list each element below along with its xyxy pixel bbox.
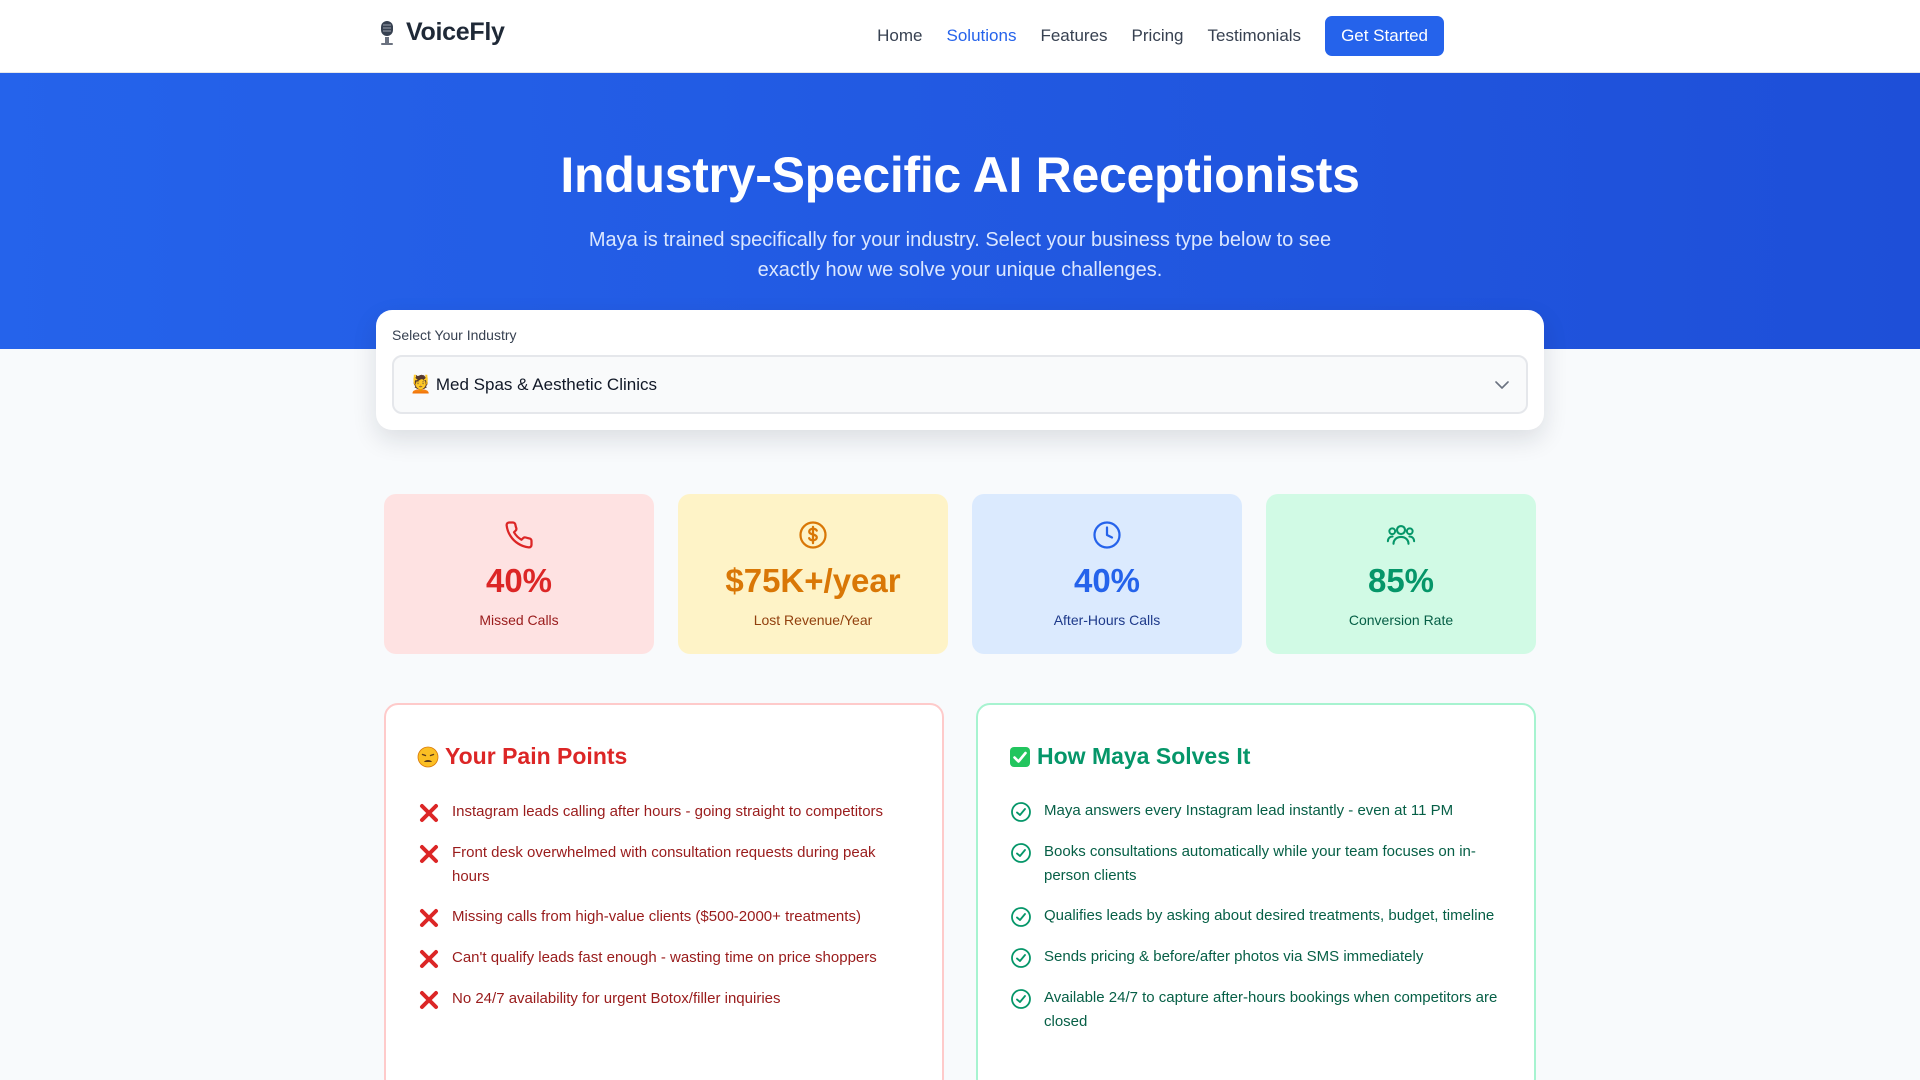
industry-select[interactable]: 💆 Med Spas & Aesthetic Clinics — [392, 355, 1528, 414]
check-circle-icon — [1011, 907, 1031, 927]
industry-select-value: 💆 Med Spas & Aesthetic Clinics — [410, 375, 657, 394]
list-item: Books consultations automatically while … — [1009, 840, 1509, 888]
cross-mark-icon — [420, 991, 438, 1009]
nav-link-testimonials[interactable]: Testimonials — [1208, 17, 1302, 55]
cross-mark-icon — [420, 845, 438, 863]
pain-points-title: Your Pain Points — [417, 743, 627, 770]
list-item: Maya answers every Instagram lead instan… — [1009, 799, 1509, 824]
pain-point-text: Missing calls from high-value clients ($… — [452, 908, 861, 925]
dollar-icon — [799, 521, 827, 549]
microphone-icon — [381, 20, 393, 45]
stat-label: Lost Revenue/Year — [753, 612, 873, 628]
nav-link-features[interactable]: Features — [1040, 17, 1107, 55]
users-icon — [1386, 524, 1416, 545]
stat-card-conversion: 85% Conversion Rate — [1266, 494, 1536, 654]
cross-mark-icon — [420, 804, 438, 822]
solutions-panel: How Maya Solves It Maya answers every In… — [976, 703, 1536, 1080]
hero-subtitle: Maya is trained specifically for your in… — [588, 229, 1332, 281]
stat-label: Conversion Rate — [1348, 612, 1454, 628]
pain-points-title-text: Your Pain Points — [445, 743, 628, 769]
check-circle-icon — [1011, 843, 1031, 863]
pain-point-text: Can't qualify leads fast enough - wastin… — [452, 949, 877, 966]
stat-card-lost-revenue: $75K+/year Lost Revenue/Year — [678, 494, 948, 654]
solution-text: Maya answers every Instagram lead instan… — [1044, 802, 1454, 819]
list-item: No 24/7 availability for urgent Botox/fi… — [417, 987, 917, 1012]
list-item: Missing calls from high-value clients ($… — [417, 905, 917, 930]
stat-value: 85% — [1367, 562, 1435, 599]
solutions-title: How Maya Solves It — [1009, 743, 1250, 770]
check-circle-icon — [1011, 989, 1031, 1009]
solutions-title-text: How Maya Solves It — [1037, 743, 1251, 769]
hero-section: Industry-Specific AI Receptionists Maya … — [0, 73, 1920, 349]
pain-point-text: No 24/7 availability for urgent Botox/fi… — [452, 990, 781, 1007]
stat-value: 40% — [485, 562, 553, 599]
cross-mark-icon — [420, 909, 438, 927]
hero-title: Industry-Specific AI Receptionists — [560, 147, 1360, 203]
list-item: Qualifies leads by asking about desired … — [1009, 904, 1509, 929]
list-item: Front desk overwhelmed with consultation… — [417, 841, 917, 889]
weary-face-icon — [417, 746, 439, 767]
phone-icon — [505, 521, 533, 549]
stat-value: $75K+/year — [725, 562, 901, 599]
list-item: Sends pricing & before/after photos via … — [1009, 945, 1509, 970]
top-navbar: VoiceFly Home Solutions Features Pricing… — [0, 0, 1920, 73]
stat-card-missed-calls: 40% Missed Calls — [384, 494, 654, 654]
check-circle-icon — [1011, 948, 1031, 968]
nav-link-home[interactable]: Home — [877, 17, 922, 55]
solutions-list: Maya answers every Instagram lead instan… — [1009, 799, 1509, 1050]
nav-links: Home Solutions Features Pricing Testimon… — [853, 16, 1444, 56]
cross-mark-icon — [420, 950, 438, 968]
industry-select-label: Select Your Industry — [392, 327, 517, 343]
solution-text: Qualifies leads by asking about desired … — [1044, 907, 1495, 924]
pain-points-list: Instagram leads calling after hours - go… — [417, 800, 917, 1028]
solution-text: Sends pricing & before/after photos via … — [1044, 948, 1424, 965]
list-item: Available 24/7 to capture after-hours bo… — [1009, 986, 1509, 1034]
nav-link-solutions[interactable]: Solutions — [947, 17, 1017, 55]
stat-label: After-Hours Calls — [1053, 612, 1161, 628]
brand-name: VoiceFly — [406, 18, 505, 46]
get-started-button[interactable]: Get Started — [1325, 16, 1444, 56]
pain-point-text: Front desk overwhelmed with consultation… — [452, 844, 876, 885]
pain-point-text: Instagram leads calling after hours - go… — [452, 803, 884, 820]
nav-link-pricing[interactable]: Pricing — [1132, 17, 1184, 55]
pain-points-panel: Your Pain Points Instagram leads calling… — [384, 703, 944, 1080]
solution-text: Books consultations automatically while … — [1044, 843, 1476, 884]
clock-icon — [1093, 521, 1121, 549]
stat-card-after-hours: 40% After-Hours Calls — [972, 494, 1242, 654]
industry-selector-card: Select Your Industry 💆 Med Spas & Aesthe… — [376, 310, 1544, 430]
list-item: Instagram leads calling after hours - go… — [417, 800, 917, 825]
brand-logo[interactable]: VoiceFly — [376, 18, 505, 47]
list-item: Can't qualify leads fast enough - wastin… — [417, 946, 917, 971]
chevron-down-icon — [1495, 381, 1509, 389]
check-mark-button-icon — [1010, 746, 1030, 767]
check-circle-icon — [1011, 802, 1031, 822]
stat-value: 40% — [1073, 562, 1141, 599]
solution-text: Available 24/7 to capture after-hours bo… — [1044, 989, 1498, 1030]
stat-label: Missed Calls — [479, 612, 559, 628]
